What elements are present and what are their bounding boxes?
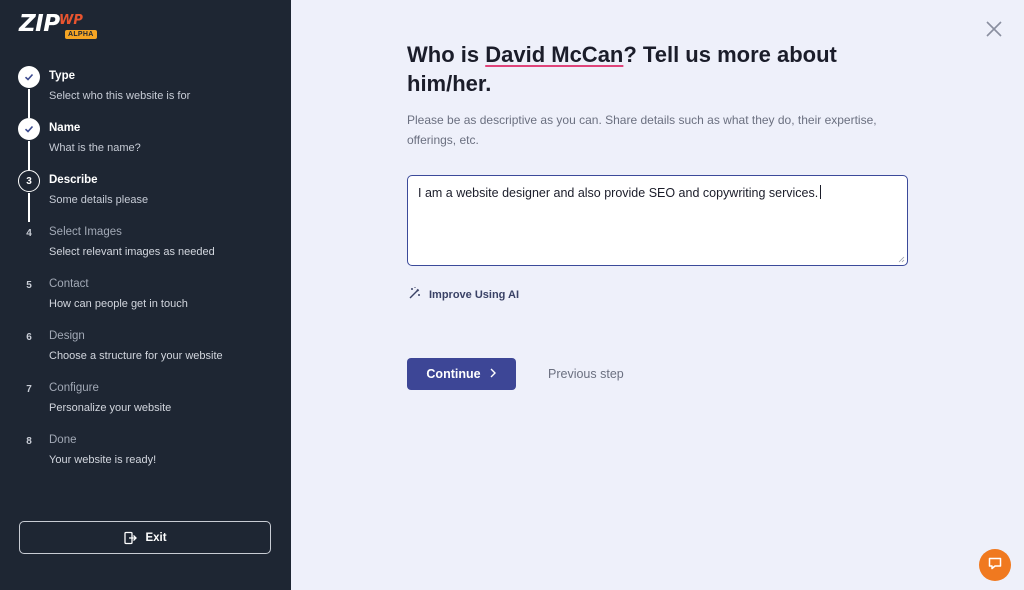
logo-text: ZIP — [19, 11, 60, 37]
step-title: Type — [49, 70, 75, 82]
step-number: 3 — [18, 170, 40, 192]
step-contact: 5 Contact How can people get in touch — [18, 274, 278, 326]
step-configure: 7 Configure Personalize your website — [18, 378, 278, 430]
step-connector — [28, 89, 30, 118]
help-chat-button[interactable] — [979, 549, 1011, 581]
check-icon — [18, 66, 40, 88]
exit-button[interactable]: Exit — [19, 521, 271, 554]
step-description: Some details please — [49, 194, 149, 206]
exit-label: Exit — [145, 531, 167, 544]
step-title: Select Images — [49, 226, 122, 238]
step-name: Name What is the name? — [18, 118, 278, 170]
continue-label: Continue — [426, 367, 481, 381]
step-title: Configure — [49, 382, 99, 394]
step-title: Design — [49, 330, 85, 342]
step-select-images: 4 Select Images Select relevant images a… — [18, 222, 278, 274]
step-title: Contact — [49, 278, 89, 290]
person-name: David McCan — [485, 42, 624, 67]
previous-step-link[interactable]: Previous step — [548, 367, 624, 381]
step-connector — [28, 141, 30, 170]
step-type: Type Select who this website is for — [18, 66, 278, 118]
step-description: Your website is ready! — [49, 454, 157, 466]
step-done: 8 Done Your website is ready! — [18, 430, 278, 482]
step-description: What is the name? — [49, 142, 141, 154]
chevron-right-icon — [489, 367, 497, 381]
step-design: 6 Design Choose a structure for your web… — [18, 326, 278, 378]
logo-badge: WP — [59, 13, 83, 28]
page-title: Who is David McCan? Tell us more about h… — [407, 40, 887, 98]
step-number: 4 — [26, 227, 32, 239]
description-textarea[interactable]: I am a website designer and also provide… — [407, 175, 908, 266]
step-number: 8 — [26, 435, 32, 447]
step-describe: 3 Describe Some details please — [18, 170, 278, 222]
sidebar: ZIP WP ALPHA Type Select who this websit… — [0, 0, 291, 590]
text-caret — [820, 185, 822, 199]
step-description: Select who this website is for — [49, 90, 191, 102]
improve-ai-button[interactable]: Improve Using AI — [408, 286, 519, 303]
continue-button[interactable]: Continue — [407, 358, 516, 390]
alpha-badge: ALPHA — [65, 30, 97, 39]
title-prefix: Who is — [407, 42, 486, 67]
close-icon[interactable] — [984, 19, 1004, 39]
resize-handle-icon[interactable] — [898, 256, 905, 263]
step-description: How can people get in touch — [49, 298, 188, 310]
step-description: Personalize your website — [49, 402, 172, 414]
chat-icon — [987, 555, 1003, 576]
step-title: Done — [49, 434, 77, 446]
exit-icon — [123, 531, 138, 545]
instructions-text: Please be as descriptive as you can. Sha… — [407, 113, 877, 147]
step-title: Describe — [49, 174, 98, 186]
step-description: Choose a structure for your website — [49, 350, 223, 362]
magic-wand-icon — [408, 286, 422, 303]
step-connector — [28, 193, 30, 222]
step-number: 7 — [26, 383, 32, 395]
improve-ai-label: Improve Using AI — [429, 288, 520, 301]
description-value: I am a website designer and also provide… — [418, 186, 819, 200]
step-number: 5 — [26, 279, 32, 291]
step-description: Select relevant images as needed — [49, 246, 215, 258]
step-title: Name — [49, 122, 81, 134]
step-number: 6 — [26, 331, 32, 343]
check-icon — [18, 118, 40, 140]
